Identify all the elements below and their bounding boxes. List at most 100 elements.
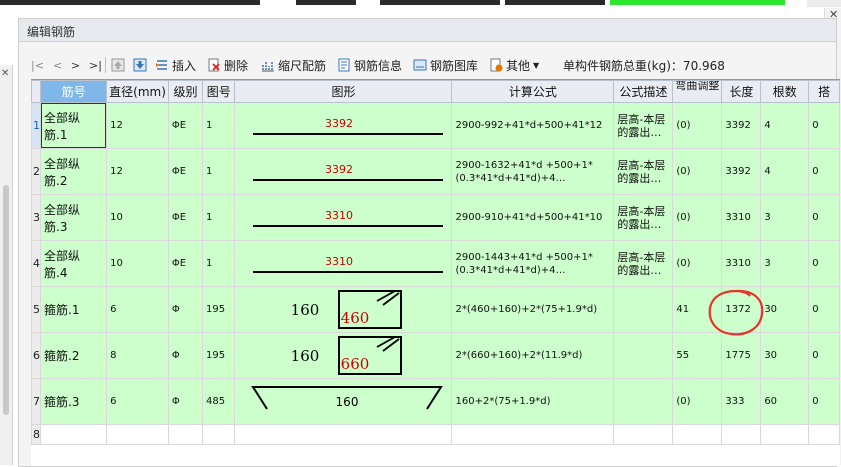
nav-first-button[interactable]: |< (31, 55, 44, 75)
col-header-formula-desc[interactable]: 公式描述 (613, 80, 674, 103)
diameter-cell[interactable]: 12 (106, 148, 169, 195)
bend-adjust-cell[interactable]: 55 (672, 332, 723, 379)
count-cell[interactable]: 30 (760, 286, 810, 333)
bar-name-cell[interactable] (39, 424, 108, 445)
table-row[interactable]: 3 全部纵筋.3 10 ΦE 1 3310 2900-910+41*d+500+… (31, 194, 840, 241)
bar-name-cell[interactable]: 全部纵筋.3 (39, 194, 108, 241)
table-row[interactable]: 1 全部纵筋.1 12 ΦE 1 3392 2900-992+41*d+500+… (31, 102, 840, 149)
count-cell[interactable]: 3 (760, 194, 810, 241)
rebar-library-button[interactable]: 钢筋图库 (413, 55, 478, 75)
table-row-empty[interactable]: 8 (31, 424, 840, 445)
formula-desc-cell[interactable]: 层高-本层的露出… (613, 148, 674, 195)
formula-cell[interactable]: 160+2*(75+1.9*d) (451, 378, 615, 425)
length-cell[interactable] (721, 424, 762, 445)
table-row[interactable]: 6 箍筋.2 8 Φ 195 160 660 2*(660+160)+2*(11… (31, 332, 840, 379)
length-cell[interactable]: 333 (721, 378, 762, 425)
lap-cell[interactable]: 0 (808, 332, 840, 379)
diameter-cell[interactable]: 6 (106, 286, 169, 333)
formula-desc-cell[interactable]: 层高-本层的露出… (613, 240, 674, 287)
grade-cell[interactable]: ΦE (167, 194, 204, 241)
diameter-cell[interactable]: 6 (106, 378, 169, 425)
bend-adjust-cell[interactable]: (0) (672, 378, 723, 425)
nav-last-button[interactable]: >| (89, 55, 102, 75)
thumbnail-5[interactable] (610, 0, 785, 5)
figure-no-cell[interactable]: 195 (202, 286, 236, 333)
table-row[interactable]: 7 箍筋.3 6 Φ 485 160 160+2*(75+1.9*d) (0) … (31, 378, 840, 425)
scale-rebar-button[interactable]: 缩尺配筋 (261, 55, 326, 75)
lap-cell[interactable]: 0 (808, 194, 840, 241)
row-number[interactable]: 3 (31, 194, 41, 241)
count-cell[interactable]: 4 (760, 148, 810, 195)
diameter-cell[interactable] (106, 424, 169, 445)
figure-no-cell[interactable]: 1 (202, 148, 236, 195)
bar-name-cell[interactable]: 全部纵筋.4 (39, 240, 108, 287)
col-header-formula[interactable]: 计算公式 (451, 80, 615, 103)
thumbnail-1[interactable] (0, 0, 260, 5)
bend-adjust-cell[interactable]: (0) (672, 102, 723, 149)
col-header-bend-adjust[interactable]: 弯曲调整 (672, 80, 723, 103)
formula-cell[interactable]: 2900-1443+41*d +500+1*(0.3*41*d+41*d)+4… (451, 240, 615, 287)
row-number[interactable]: 4 (31, 240, 41, 287)
bend-adjust-cell[interactable]: (0) (672, 194, 723, 241)
figure-no-cell[interactable]: 195 (202, 332, 236, 379)
grade-cell[interactable]: Φ (167, 286, 204, 333)
row-number[interactable]: 8 (31, 424, 41, 445)
thumbnail-4[interactable] (505, 0, 605, 5)
bar-name-cell[interactable]: 全部纵筋.1 (39, 102, 108, 149)
delete-button[interactable]: 删除 (207, 55, 248, 75)
shape-cell[interactable]: 160 460 (234, 286, 453, 333)
count-cell[interactable]: 30 (760, 332, 810, 379)
diameter-cell[interactable]: 8 (106, 332, 169, 379)
formula-cell[interactable]: 2900-992+41*d+500+41*12 (451, 102, 615, 149)
formula-cell[interactable]: 2*(660+160)+2*(11.9*d) (451, 332, 615, 379)
count-cell[interactable] (760, 424, 810, 445)
thumbnail-3[interactable] (380, 0, 500, 5)
figure-no-cell[interactable]: 1 (202, 240, 236, 287)
count-cell[interactable]: 3 (760, 240, 810, 287)
lap-cell[interactable]: 0 (808, 148, 840, 195)
move-down-button[interactable] (133, 55, 147, 75)
formula-desc-cell[interactable] (613, 424, 674, 445)
col-header-shape[interactable]: 图形 (234, 80, 453, 103)
figure-no-cell[interactable]: 485 (202, 378, 236, 425)
lap-cell[interactable]: 0 (808, 240, 840, 287)
other-menu-button[interactable]: 其他 ▼ (489, 55, 539, 75)
grade-cell[interactable]: ΦE (167, 148, 204, 195)
col-header-figure-no[interactable]: 图号 (202, 80, 236, 103)
grade-cell[interactable] (167, 424, 204, 445)
col-header-bar-no[interactable]: 筋号 (39, 80, 108, 103)
formula-cell[interactable]: 2900-1632+41*d +500+1*(0.3*41*d+41*d)+4… (451, 148, 615, 195)
nav-prev-button[interactable]: < (53, 55, 62, 75)
insert-button[interactable]: 插入 (155, 55, 196, 75)
figure-no-cell[interactable]: 1 (202, 194, 236, 241)
col-header-length[interactable]: 长度 (721, 80, 762, 103)
left-panel-close-icon[interactable]: ✕ (1, 68, 9, 79)
table-row[interactable]: 4 全部纵筋.4 10 ΦE 1 3310 2900-1443+41*d +50… (31, 240, 840, 287)
table-row[interactable]: 2 全部纵筋.2 12 ΦE 1 3392 2900-1632+41*d +50… (31, 148, 840, 195)
shape-cell[interactable] (234, 424, 453, 445)
formula-desc-cell[interactable] (613, 378, 674, 425)
diameter-cell[interactable]: 10 (106, 240, 169, 287)
lap-cell[interactable]: 0 (808, 378, 840, 425)
lap-cell[interactable]: 0 (808, 286, 840, 333)
thumbnail-2[interactable] (296, 0, 356, 5)
lap-cell[interactable]: 0 (808, 102, 840, 149)
bar-name-cell[interactable]: 箍筋.1 (39, 286, 108, 333)
row-number[interactable]: 1 (31, 102, 41, 149)
grade-cell[interactable]: ΦE (167, 240, 204, 287)
bar-name-cell[interactable]: 全部纵筋.2 (39, 148, 108, 195)
lap-cell[interactable] (808, 424, 840, 445)
formula-desc-cell[interactable] (613, 286, 674, 333)
length-cell[interactable]: 3392 (721, 102, 762, 149)
rebar-info-button[interactable]: 钢筋信息 (337, 55, 402, 75)
bar-name-cell[interactable]: 箍筋.2 (39, 332, 108, 379)
length-cell[interactable]: 3392 (721, 148, 762, 195)
shape-cell[interactable]: 160 (234, 378, 453, 425)
length-cell[interactable]: 1775 (721, 332, 762, 379)
shape-cell[interactable]: 3310 (234, 240, 453, 287)
shape-cell[interactable]: 3392 (234, 102, 453, 149)
formula-cell[interactable]: 2*(460+160)+2*(75+1.9*d) (451, 286, 615, 333)
shape-cell[interactable]: 3310 (234, 194, 453, 241)
diameter-cell[interactable]: 10 (106, 194, 169, 241)
count-cell[interactable]: 4 (760, 102, 810, 149)
